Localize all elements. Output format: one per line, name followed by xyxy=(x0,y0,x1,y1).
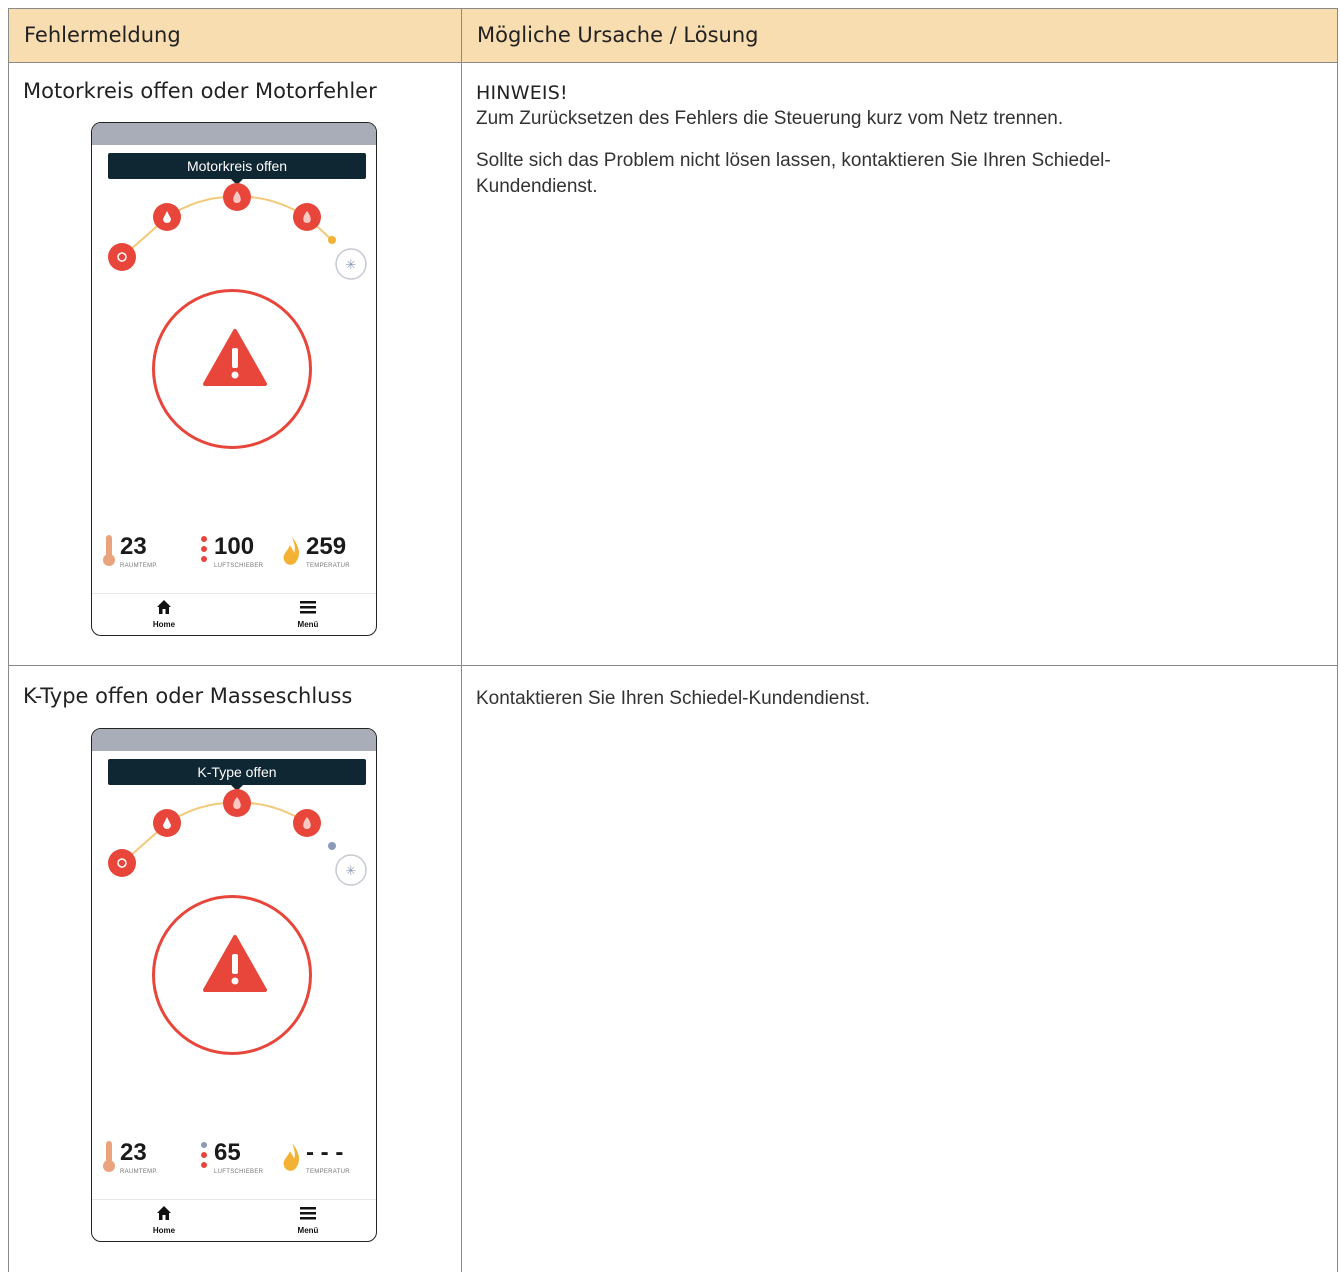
stat-label: RAUMTEMP. xyxy=(120,1169,158,1175)
nav-menu-button[interactable]: Menü xyxy=(288,599,328,629)
error-message: Motorkreis offen oder Motorfehler xyxy=(23,79,377,103)
arc-line xyxy=(121,801,308,864)
nav-home-button[interactable]: Home xyxy=(144,599,184,629)
status-arc: ✳ xyxy=(108,789,367,886)
thermometer-icon xyxy=(103,1141,115,1172)
nav-home-button[interactable]: Home xyxy=(144,1205,184,1235)
stat-label: TEMPERATUR xyxy=(306,563,350,569)
hamburger-menu-icon xyxy=(300,601,316,614)
error-table: Fehlermeldung Mögliche Ursache / Lösung … xyxy=(8,8,1338,1272)
warning-icon xyxy=(203,935,267,992)
nav-home-label: Home xyxy=(152,620,176,629)
stat-label: LUFTSCHIEBER xyxy=(214,1169,264,1175)
warning-icon xyxy=(203,329,267,386)
nav-menu-button[interactable]: Menü xyxy=(288,1205,328,1235)
hint-heading: HINWEIS! xyxy=(476,82,568,104)
table-header: Fehlermeldung Mögliche Ursache / Lösung xyxy=(8,8,1338,63)
stat-value: 23 xyxy=(120,1139,147,1166)
solution-paragraph: Kontaktieren Sie Ihren Schiedel-Kundendi… xyxy=(476,688,870,709)
phone-status-bar xyxy=(92,123,376,145)
stat-value: 100 xyxy=(214,533,255,560)
solution-paragraph: Zum Zurücksetzen des Fehlers die Steueru… xyxy=(476,108,1064,129)
stat-value: 65 xyxy=(214,1139,241,1166)
home-icon xyxy=(157,600,171,614)
home-icon xyxy=(157,1206,171,1220)
damper-dots-icon xyxy=(201,1142,207,1168)
stat-value: 259 xyxy=(306,533,347,560)
table-border-right xyxy=(1337,8,1338,1272)
stat-label: LUFTSCHIEBER xyxy=(214,563,264,569)
solution-paragraph: Sollte sich das Problem nicht lösen lass… xyxy=(476,150,1111,197)
power-step-icon xyxy=(108,849,136,877)
thermometer-icon xyxy=(103,535,115,566)
progress-dot xyxy=(328,842,336,850)
nav-divider xyxy=(92,1199,376,1200)
status-arc: ✳ xyxy=(108,183,367,280)
header-col-solution: Mögliche Ursache / Lösung xyxy=(477,23,759,47)
nav-menu-label: Menü xyxy=(297,1226,319,1235)
phone-status-bar xyxy=(92,729,376,751)
nav-home-label: Home xyxy=(152,1226,176,1235)
phone-screenshot: Motorkreis offen ✳ 23 RAUMTEMP. 100 LUFT… xyxy=(91,122,377,636)
svg-text:✳: ✳ xyxy=(346,258,357,273)
stat-value: 23 xyxy=(120,533,147,560)
column-divider xyxy=(461,8,462,1272)
phone-screenshot: K-Type offen ✳ 23 RAUMTEMP. 65 LUFTSCHIE… xyxy=(91,728,377,1242)
flame-icon xyxy=(283,537,300,565)
stat-label: TEMPERATUR xyxy=(306,1169,350,1175)
stat-value: - - - xyxy=(306,1139,344,1166)
nav-divider xyxy=(92,593,376,594)
stats-bar: 23 RAUMTEMP. 65 LUFTSCHIEBER - - - TEMPE… xyxy=(92,1139,376,1189)
progress-dot xyxy=(328,236,336,244)
row-divider xyxy=(8,665,1338,666)
hamburger-menu-icon xyxy=(300,1207,316,1220)
flame-icon xyxy=(283,1143,300,1171)
stats-bar: 23 RAUMTEMP. 100 LUFTSCHIEBER 259 TEMPER… xyxy=(92,533,376,583)
nav-menu-label: Menü xyxy=(297,620,319,629)
header-col-error: Fehlermeldung xyxy=(24,23,181,47)
stat-label: RAUMTEMP. xyxy=(120,563,158,569)
power-step-icon xyxy=(108,243,136,271)
damper-dots-icon xyxy=(201,536,207,562)
svg-text:✳: ✳ xyxy=(346,864,357,879)
error-message: K-Type offen oder Masseschluss xyxy=(23,684,353,708)
table-border-left xyxy=(8,8,9,1272)
